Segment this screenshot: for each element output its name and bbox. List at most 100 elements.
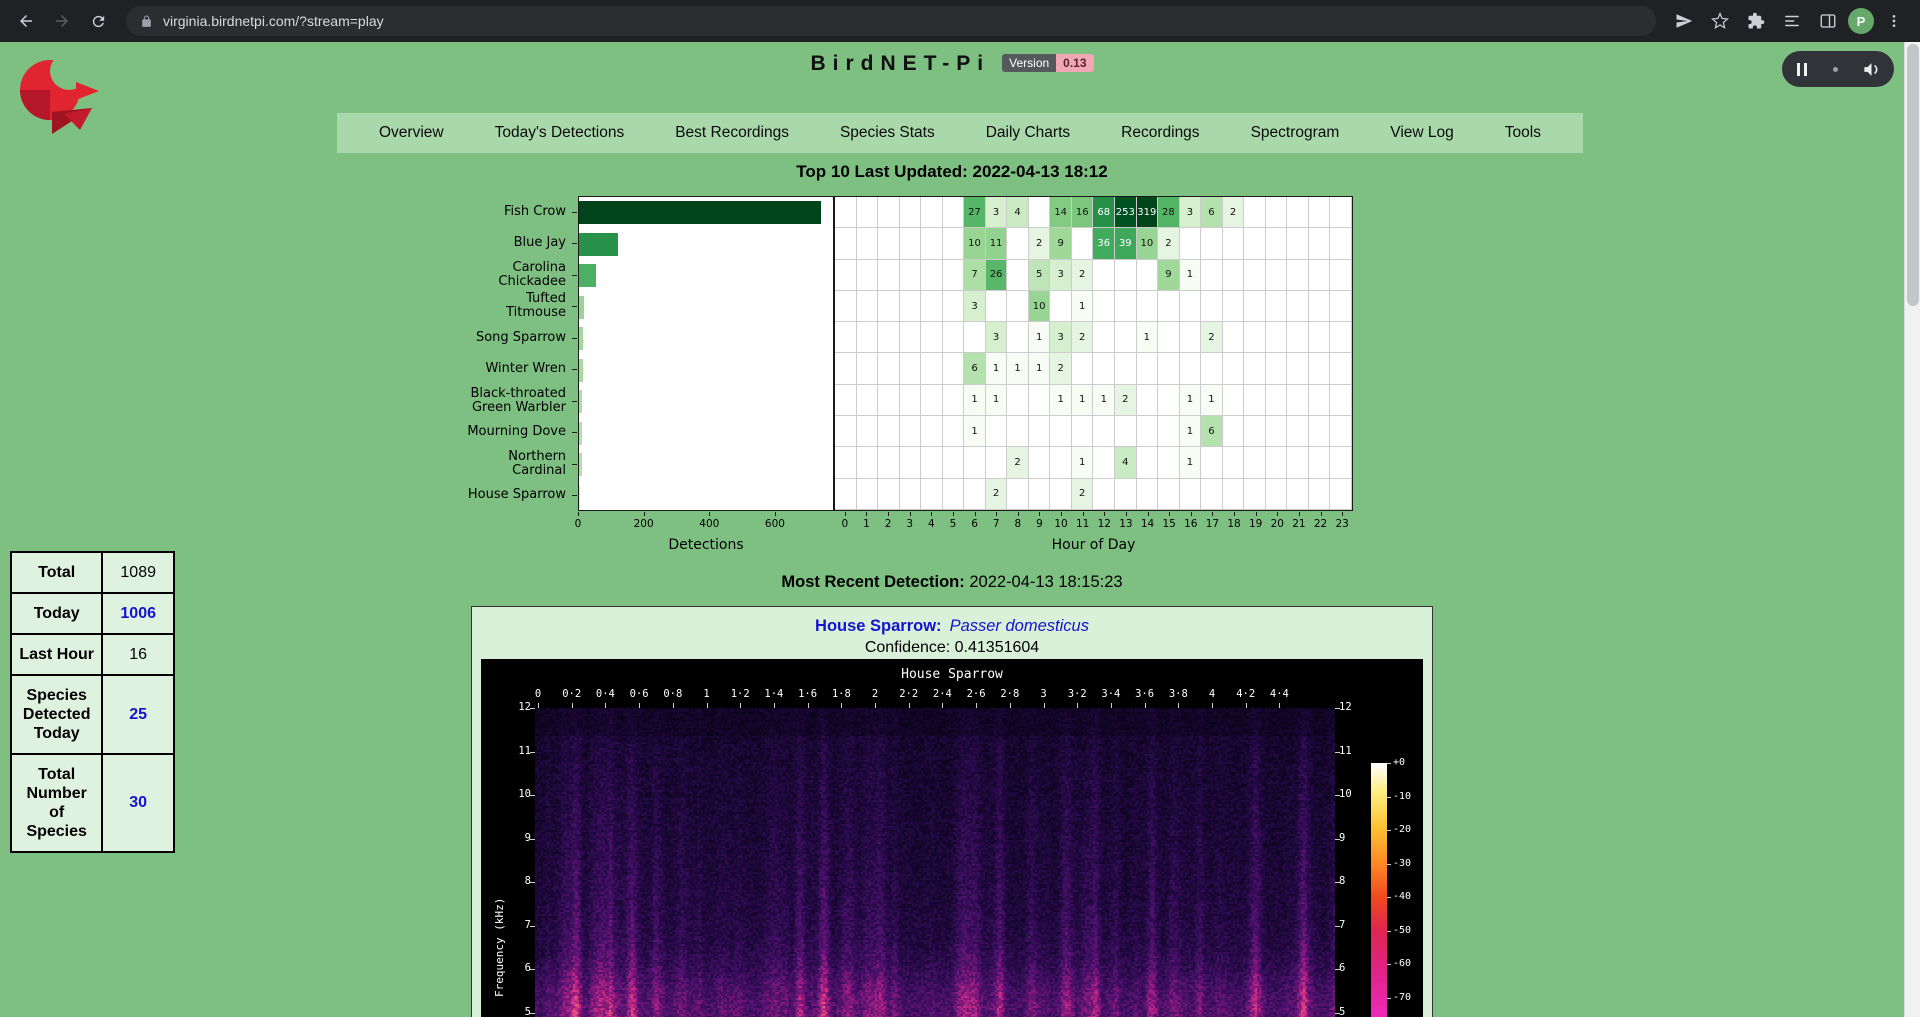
heatmap-cell: [1007, 385, 1029, 416]
spec-x-tick-label: 0: [535, 688, 541, 700]
stats-row: Species Detected Today25: [11, 675, 174, 754]
x-tick: [1104, 512, 1105, 516]
spec-y-tick: [530, 882, 535, 883]
nav-item-daily-charts[interactable]: Daily Charts: [986, 124, 1070, 142]
x-tick: [845, 512, 846, 516]
stats-row: Total Number of Species30: [11, 754, 174, 852]
nav-item-spectrogram[interactable]: Spectrogram: [1251, 124, 1340, 142]
heatmap-cell: [1137, 447, 1159, 478]
back-icon[interactable]: [10, 5, 42, 37]
heatmap-cell: [1287, 228, 1309, 259]
heatmap-cell: [1180, 291, 1202, 322]
spec-y-tick-label: 12: [505, 701, 531, 713]
recent-detection: Most Recent Detection: 2022-04-13 18:15:…: [0, 573, 1904, 592]
heatmap-cell: [943, 291, 965, 322]
heatmap-cell: [900, 447, 922, 478]
heatmap-cell: [1158, 353, 1180, 384]
scrollbar-thumb[interactable]: [1907, 44, 1919, 306]
heatmap-cell: 1: [1072, 385, 1094, 416]
detections-bar: [579, 296, 584, 319]
spec-y-tick: [530, 969, 535, 970]
heatmap-cell: [1266, 228, 1288, 259]
spec-y-tick-label: 9: [505, 832, 531, 844]
extensions-icon[interactable]: [1740, 5, 1772, 37]
spec-y-tick-label: 7: [1339, 919, 1345, 931]
stats-link[interactable]: 1006: [120, 605, 156, 622]
heatmap-cell: [835, 322, 857, 353]
send-icon[interactable]: [1668, 5, 1700, 37]
heatmap-cell: [1266, 322, 1288, 353]
heatmap-cell: [1287, 291, 1309, 322]
heatmap-cell: [1158, 447, 1180, 478]
spec-y-tick: [1335, 752, 1340, 753]
nav-item-view-log[interactable]: View Log: [1390, 124, 1453, 142]
spec-y-tick-label: 5: [505, 1006, 531, 1017]
spec-x-tick: [572, 703, 573, 708]
side-panel-icon[interactable]: [1812, 5, 1844, 37]
spec-x-tick-label: 2: [872, 688, 878, 700]
heatmap-cell: [1330, 416, 1352, 447]
heatmap-cell: [1201, 447, 1223, 478]
audio-progress-dot[interactable]: [1833, 67, 1838, 72]
forward-icon[interactable]: [46, 5, 78, 37]
spec-y-tick: [1335, 969, 1340, 970]
heatmap-cell: 6: [964, 353, 986, 384]
reading-list-icon[interactable]: [1776, 5, 1808, 37]
heatmap-cell: 4: [1007, 197, 1029, 228]
heatmap-cell: 2: [1158, 228, 1180, 259]
nav-item-today-s-detections[interactable]: Today's Detections: [495, 124, 625, 142]
x-tick: [1212, 512, 1213, 516]
profile-avatar[interactable]: P: [1848, 8, 1874, 34]
nav-item-overview[interactable]: Overview: [379, 124, 444, 142]
menu-kebab-icon[interactable]: [1878, 5, 1910, 37]
heatmap-cell: 1: [1050, 385, 1072, 416]
heatmap-cell: [1007, 228, 1029, 259]
heatmap-cell: 39: [1115, 228, 1137, 259]
stats-link[interactable]: 30: [129, 794, 147, 811]
detection-scientific-name[interactable]: Passer domesticus: [950, 617, 1089, 635]
spec-x-tick: [673, 703, 674, 708]
heatmap-cell: [1029, 479, 1051, 510]
x-tick: [866, 512, 867, 516]
heatmap-cell: [878, 479, 900, 510]
spec-y-tick: [1335, 708, 1340, 709]
heatmap-cell: 2: [1050, 353, 1072, 384]
heatmap-cell: [1180, 322, 1202, 353]
stats-link[interactable]: 25: [129, 706, 147, 723]
x-tick-label: 17: [1206, 518, 1219, 530]
heatmap-cell: [943, 228, 965, 259]
spec-y-tick: [530, 795, 535, 796]
pause-button[interactable]: [1795, 63, 1809, 76]
heatmap-cell: [1330, 260, 1352, 291]
heatmap-cell: [900, 260, 922, 291]
heatmap-cell: [1029, 416, 1051, 447]
y-tick: [572, 306, 577, 307]
heatmap-cell: 3: [986, 197, 1008, 228]
heatmap-cell: [1137, 416, 1159, 447]
spec-x-tick: [808, 703, 809, 708]
nav-item-best-recordings[interactable]: Best Recordings: [675, 124, 789, 142]
heatmap-cell: [921, 291, 943, 322]
reload-icon[interactable]: [82, 5, 114, 37]
spec-y-tick: [1335, 795, 1340, 796]
heatmap-cell: 1: [986, 385, 1008, 416]
nav-item-tools[interactable]: Tools: [1505, 124, 1541, 142]
nav-item-recordings[interactable]: Recordings: [1121, 124, 1199, 142]
nav-item-species-stats[interactable]: Species Stats: [840, 124, 935, 142]
heatmap-cell: [878, 447, 900, 478]
url-bar[interactable]: virginia.birdnetpi.com/?stream=play: [126, 6, 1656, 36]
detection-common-name[interactable]: House Sparrow:: [815, 617, 942, 635]
x-tick-label: 19: [1249, 518, 1262, 530]
heatmap-cell: [1029, 197, 1051, 228]
heatmap-cell: [835, 197, 857, 228]
heatmap-cell: [900, 228, 922, 259]
stats-row: Today1006: [11, 593, 174, 634]
x-tick-label: 0: [575, 518, 582, 530]
spec-y-tick: [530, 752, 535, 753]
heatmap-cell: [1287, 260, 1309, 291]
x-tick-label: 9: [1036, 518, 1043, 530]
colorbar-tick-label: -40: [1393, 891, 1411, 902]
heatmap-cell: [1266, 291, 1288, 322]
volume-icon[interactable]: [1862, 60, 1881, 79]
bookmark-star-icon[interactable]: [1704, 5, 1736, 37]
